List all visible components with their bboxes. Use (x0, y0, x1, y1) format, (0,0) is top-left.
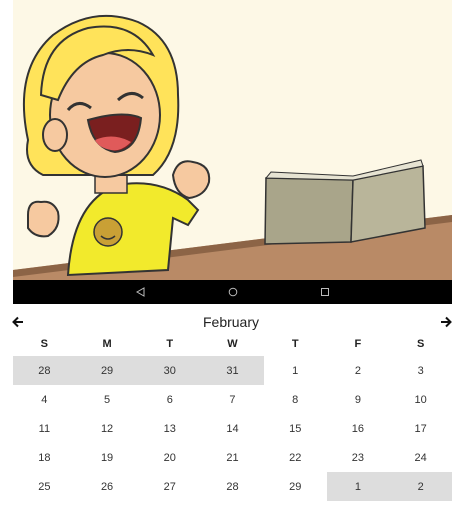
calendar: February S M T W T F S 28 29 30 31 1 2 3 4 5 6 7 8 9… (0, 304, 462, 516)
calendar-day[interactable]: 22 (264, 443, 327, 472)
back-icon (135, 287, 144, 297)
calendar-day[interactable]: 1 (264, 356, 327, 385)
home-button[interactable] (223, 282, 243, 302)
weekday-label: S (40, 338, 49, 350)
weekday-label: F (354, 338, 362, 350)
weekday-label: S (416, 338, 425, 350)
weekday-label: T (291, 338, 299, 350)
calendar-day[interactable]: 6 (138, 385, 201, 414)
calendar-day[interactable]: 29 (264, 472, 327, 501)
calendar-day[interactable]: 16 (327, 414, 390, 443)
calendar-day[interactable]: 2 (327, 356, 390, 385)
calendar-day[interactable]: 7 (201, 385, 264, 414)
calendar-header: February (0, 312, 462, 332)
calendar-day[interactable]: 13 (138, 414, 201, 443)
calendar-day[interactable]: 21 (201, 443, 264, 472)
calendar-day[interactable]: 12 (76, 414, 139, 443)
calendar-day[interactable]: 18 (13, 443, 76, 472)
calendar-day-outside-month[interactable]: 30 (138, 356, 202, 385)
calendar-day[interactable]: 11 (13, 414, 76, 443)
calendar-day[interactable]: 23 (327, 443, 390, 472)
back-button[interactable] (131, 282, 151, 302)
calendar-day-outside-month[interactable]: 29 (75, 356, 139, 385)
calendar-day-outside-month[interactable]: 31 (201, 356, 264, 385)
month-title: February (202, 314, 260, 330)
calendar-day[interactable]: 20 (138, 443, 201, 472)
calendar-day[interactable]: 14 (201, 414, 264, 443)
calendar-day[interactable]: 28 (201, 472, 264, 501)
calendar-day[interactable]: 9 (327, 385, 390, 414)
arrow-right-icon (441, 316, 452, 328)
cartoon-illustration (13, 0, 452, 280)
calendar-day[interactable]: 24 (389, 443, 452, 472)
weekday-label: W (227, 338, 238, 350)
calendar-day[interactable]: 15 (264, 414, 327, 443)
calendar-day[interactable]: 25 (13, 472, 76, 501)
calendar-day-outside-month[interactable]: 2 (389, 472, 452, 501)
calendar-day[interactable]: 19 (76, 443, 139, 472)
calendar-day[interactable]: 27 (138, 472, 201, 501)
recents-icon (320, 288, 329, 296)
calendar-day[interactable]: 8 (264, 385, 327, 414)
calendar-day-outside-month[interactable]: 1 (326, 472, 390, 501)
calendar-day-grid: 28 29 30 31 1 2 3 4 5 6 7 8 9 10 11 12 13 14 15 16 17 18 19 20 2… (13, 356, 452, 501)
weekday-label: T (166, 338, 174, 350)
recents-button[interactable] (315, 282, 335, 302)
calendar-day[interactable]: 10 (389, 385, 452, 414)
home-icon (228, 287, 237, 297)
weekday-header-row: S M T W T F S (13, 334, 452, 354)
calendar-day[interactable]: 26 (76, 472, 139, 501)
android-navigation-bar (13, 280, 452, 304)
calendar-day[interactable]: 4 (13, 385, 76, 414)
calendar-day-outside-month[interactable]: 28 (13, 356, 76, 385)
calendar-day[interactable]: 3 (389, 356, 452, 385)
weekday-label: M (102, 338, 112, 350)
calendar-day[interactable]: 5 (76, 385, 139, 414)
next-month-button[interactable] (434, 312, 458, 332)
calendar-day[interactable]: 17 (389, 414, 452, 443)
